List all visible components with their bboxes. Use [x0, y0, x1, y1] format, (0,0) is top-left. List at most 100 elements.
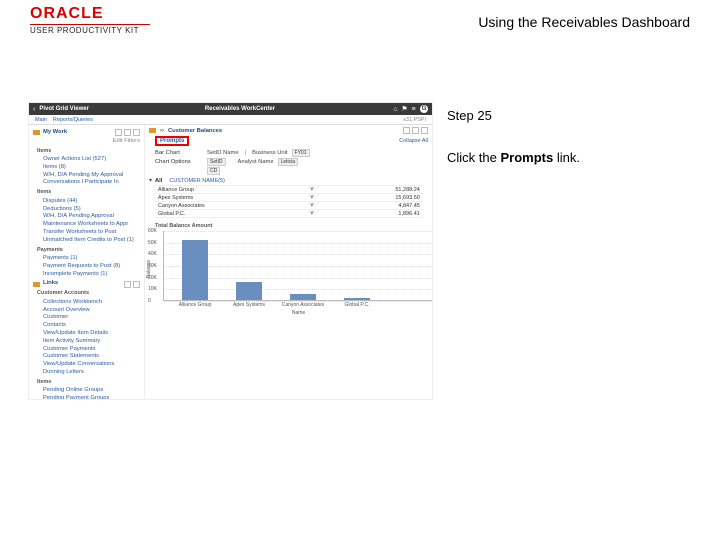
profile-icon[interactable]: G [420, 105, 428, 113]
tab-reports[interactable]: Reports/Queries [53, 117, 93, 123]
y-tick: 30K [148, 263, 157, 269]
back-icon[interactable]: ‹ [33, 106, 35, 113]
sidebar-item[interactable]: View/Update Conversations [43, 361, 140, 369]
app-subbar: Main Reports/Queries x31:PSPI [29, 115, 432, 125]
filter-block: Bar Chart SetID Name | Business Unit FY0… [155, 149, 428, 175]
home-icon[interactable]: ⌂ [391, 106, 400, 113]
filter-value[interactable]: SetID [207, 158, 226, 166]
document-title: Using the Receivables Dashboard [478, 14, 690, 30]
sidebar-item[interactable]: W/H, D/A Pending Approval [43, 213, 140, 221]
panel-tool-3[interactable] [421, 127, 428, 134]
tab-main[interactable]: Main [35, 117, 47, 123]
sidebar-item[interactable]: Disputes (44) [43, 198, 140, 206]
app-screenshot: ‹ Pivot Grid Viewer Receivables WorkCent… [28, 102, 433, 400]
sidebar-item[interactable]: Maintenance Worksheets to Appr [43, 221, 140, 229]
sidebar-item[interactable]: Payments (1) [43, 255, 140, 263]
edit-filters-link[interactable]: Edit Filters [113, 138, 140, 144]
chevron-down-icon[interactable]: ▾ [149, 178, 152, 184]
sidebar-tool-4[interactable] [124, 281, 131, 288]
chart-bar[interactable] [344, 298, 370, 300]
cell-flag [307, 218, 335, 220]
sidebar-item[interactable]: Pending Online Groups [43, 387, 140, 395]
sidebar-item[interactable]: Unmatched Item Credits to Post (1) [43, 237, 140, 245]
x-tick: Global P.C. [332, 302, 382, 308]
filter-value[interactable]: CD [207, 167, 220, 175]
cell-amount [335, 218, 423, 220]
table-row[interactable] [155, 218, 423, 220]
cell-amount: 15,693.50 [335, 194, 423, 202]
filter-label: Chart Options [155, 159, 203, 165]
folder-icon [33, 282, 40, 287]
cell-flag: Y [307, 210, 335, 218]
table-row[interactable]: Canyon AssociatesY4,847.45 [155, 202, 423, 210]
table-row[interactable]: Global P.C.Y1,896.41 [155, 210, 423, 218]
sidebar-item[interactable]: View/Update Item Details [43, 330, 140, 338]
sidebar-item[interactable]: Customer [43, 314, 140, 322]
y-tick: 40K [148, 251, 157, 257]
sidebar-item[interactable]: Pending Payment Groups [43, 395, 140, 399]
sidebar-links-cat-0: Customer Accounts [37, 290, 140, 297]
sidebar-item[interactable]: Items (8) [43, 164, 140, 172]
chart-bar[interactable] [290, 294, 316, 300]
breadcrumb-title: Customer Balances [168, 128, 222, 134]
x-tick: Apex Systems [224, 302, 274, 308]
sidebar-links-title[interactable]: Links [43, 280, 58, 288]
folder-icon [33, 130, 40, 135]
x-axis-label: Name [164, 310, 432, 316]
sidebar-item[interactable]: Payment Requests to Post (8) [43, 263, 140, 271]
chart-bar[interactable] [182, 240, 208, 300]
sidebar-item[interactable]: Conversations I Participate In [43, 179, 140, 187]
flag-icon[interactable]: ⚑ [400, 105, 409, 113]
cell-flag: Y [307, 194, 335, 202]
customer-table: Alliance GroupY51,288.24Apex SystemsY15,… [155, 185, 423, 219]
app-title-left: Pivot Grid Viewer [39, 106, 89, 112]
sidebar-item[interactable]: Customer Payments [43, 346, 140, 354]
sidebar-item[interactable]: Dunning Letters [43, 369, 140, 377]
panel-tool-2[interactable] [412, 127, 419, 134]
menu-icon[interactable]: ≡ [409, 106, 418, 113]
sidebar-item[interactable]: W/H, D/A Pending My Approval [43, 172, 140, 180]
filter-value[interactable]: Leticia [278, 158, 298, 166]
cell-amount: 1,896.41 [335, 210, 423, 218]
cell-flag: Y [307, 186, 335, 194]
sidebar-mywork-title[interactable]: My Work [43, 129, 67, 137]
sidebar-tool-2[interactable] [124, 129, 131, 136]
filter-field-label: SetID Name [207, 150, 239, 156]
sidebar-item[interactable]: Collections Workbench [43, 299, 140, 307]
sidebar-item[interactable]: Account Overview [43, 307, 140, 315]
sidebar-tool-5[interactable] [133, 281, 140, 288]
sidebar-item[interactable]: Contacts [43, 322, 140, 330]
brand-divider [30, 24, 150, 25]
sidebar-tool-3[interactable] [133, 129, 140, 136]
chart-title: Total Balance Amount [155, 223, 428, 229]
content: ›› Customer Balances Prompts Collapse Al… [145, 125, 432, 399]
sidebar-cat-0: Items [37, 148, 140, 155]
cell-customer: Canyon Associates [155, 202, 307, 210]
filter-value[interactable]: FY01 [292, 149, 310, 157]
sidebar-tool-1[interactable] [115, 129, 122, 136]
collapse-all-link[interactable]: Collapse All [399, 138, 428, 144]
sidebar-item[interactable]: Customer Statements [43, 353, 140, 361]
sidebar-item[interactable]: Transfer Worksheets to Post [43, 229, 140, 237]
sidebar-item[interactable]: Deductions (5) [43, 206, 140, 214]
sidebar: My Work Edit Filters Items Owner Actions… [29, 125, 145, 399]
y-tick: 20K [148, 275, 157, 281]
table-row[interactable]: Alliance GroupY51,288.24 [155, 186, 423, 194]
sidebar-item[interactable]: Item Activity Summary [43, 338, 140, 346]
chevron-right-icon: ›› [160, 128, 164, 134]
chart-bar[interactable] [236, 282, 262, 300]
sidebar-item[interactable]: Owner Actions List (527) [43, 156, 140, 164]
panel-tool-1[interactable] [403, 127, 410, 134]
cell-customer: Apex Systems [155, 194, 307, 202]
folder-icon [149, 128, 156, 133]
x-tick: Alliance Group [170, 302, 220, 308]
sidebar-item[interactable]: Incomplete Payments (1) [43, 271, 140, 279]
step-label: Step 25 [447, 106, 692, 126]
cell-customer [155, 218, 307, 220]
subbar-right: x31:PSPI [403, 117, 426, 123]
grid-sub: CUSTOMER NAME(5) [169, 178, 225, 184]
prompts-link[interactable]: Prompts [155, 136, 189, 146]
grid-title: All [155, 178, 162, 184]
table-row[interactable]: Apex SystemsY15,693.50 [155, 194, 423, 202]
brand-subtitle: USER PRODUCTIVITY KIT [30, 27, 150, 35]
